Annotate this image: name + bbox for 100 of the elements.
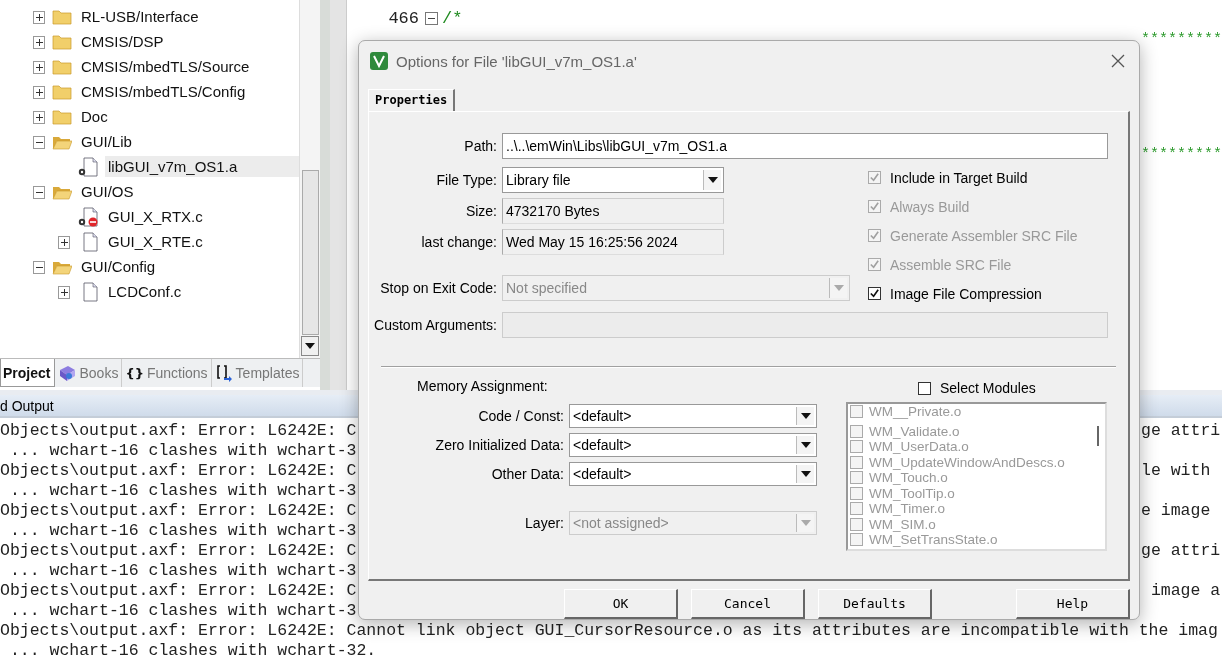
field-label: Size: bbox=[464, 203, 497, 219]
plus-icon bbox=[34, 12, 44, 22]
option-label: Image File Compression bbox=[890, 285, 1042, 302]
check-icon bbox=[869, 259, 880, 270]
expand-button[interactable] bbox=[58, 285, 70, 299]
field-label: Other Data: bbox=[490, 466, 564, 482]
braces-icon: {} bbox=[125, 365, 144, 381]
caret-icon bbox=[800, 442, 811, 448]
caret-icon bbox=[800, 520, 811, 526]
checkbox[interactable] bbox=[850, 424, 863, 438]
checkbox[interactable] bbox=[850, 471, 863, 485]
checkbox[interactable] bbox=[850, 533, 863, 547]
panel-tab[interactable]: Templates bbox=[211, 359, 304, 387]
field-label: Code / Const: bbox=[477, 408, 564, 424]
scrollbar[interactable] bbox=[299, 0, 320, 358]
tree-item[interactable]: CMSIS/mbedTLS/Config bbox=[78, 81, 249, 102]
tree-item[interactable]: GUI/Config bbox=[78, 256, 159, 277]
dialog-button[interactable]: Help bbox=[1016, 589, 1130, 619]
tree-item[interactable]: Doc bbox=[78, 106, 111, 127]
code-comment: /* bbox=[442, 8, 463, 28]
dropdown[interactable]: <default> bbox=[569, 433, 817, 457]
caret-icon bbox=[707, 177, 718, 183]
field-label: File Type: bbox=[435, 172, 497, 188]
panel-tab[interactable]: Project bbox=[0, 359, 56, 387]
expand-button[interactable] bbox=[33, 60, 45, 74]
code-comment: ********* bbox=[1141, 146, 1222, 163]
expand-button[interactable] bbox=[58, 235, 70, 249]
dropdown[interactable]: Library file bbox=[502, 167, 724, 193]
scrollbar-thumb[interactable] bbox=[1097, 426, 1099, 446]
dialog-button[interactable]: Cancel bbox=[691, 589, 805, 619]
checkbox[interactable] bbox=[850, 455, 863, 469]
expand-button[interactable] bbox=[33, 85, 45, 99]
tree-item[interactable]: libGUI_v7m_OS1.a bbox=[105, 156, 299, 177]
line-number: 466 bbox=[387, 8, 419, 28]
input-field[interactable]: ..\..\emWin\Libs\libGUI_v7m_OS1.a bbox=[502, 133, 1108, 159]
tree-item[interactable]: LCDConf.c bbox=[105, 281, 185, 302]
option-label: Include in Target Build bbox=[890, 169, 1028, 186]
field-label: Layer: bbox=[524, 515, 564, 531]
output-line: e image bbox=[1141, 501, 1211, 521]
excluded-file-icon bbox=[77, 206, 99, 227]
plus-icon bbox=[34, 112, 44, 122]
output-line: ge attri bbox=[1141, 421, 1221, 441]
collapse-button[interactable] bbox=[33, 260, 45, 274]
tree-item[interactable]: GUI/Lib bbox=[78, 131, 135, 152]
dropdown[interactable]: <default> bbox=[569, 462, 817, 486]
output-line: Objects\output.axf: Error: L6242E: C bbox=[0, 581, 357, 601]
code-comment: ********* bbox=[1141, 31, 1222, 48]
checkbox[interactable] bbox=[850, 517, 863, 531]
caret-icon bbox=[833, 285, 844, 291]
tree-item[interactable]: GUI_X_RTX.c bbox=[105, 206, 206, 227]
checkbox[interactable] bbox=[850, 405, 863, 419]
checkbox[interactable] bbox=[868, 287, 881, 300]
panel-tab[interactable]: Books bbox=[55, 359, 123, 387]
checkbox[interactable] bbox=[850, 440, 863, 454]
section-label: Memory Assignment: bbox=[417, 378, 549, 394]
option-label: Generate Assembler SRC File bbox=[890, 227, 1078, 244]
expand-button[interactable] bbox=[33, 35, 45, 49]
template-icon bbox=[214, 364, 233, 382]
tree-item[interactable]: GUI/OS bbox=[78, 181, 137, 202]
tree-item[interactable]: GUI_X_RTE.c bbox=[105, 231, 206, 252]
checkbox[interactable] bbox=[918, 381, 931, 395]
dialog-tab[interactable]: Properties bbox=[368, 89, 456, 111]
scroll-down-button[interactable] bbox=[301, 336, 319, 356]
check-icon bbox=[869, 288, 880, 299]
field-label: Path: bbox=[463, 138, 497, 154]
dialog-button[interactable]: OK bbox=[564, 589, 678, 619]
folder-icon bbox=[52, 108, 72, 125]
output-line: ... wchart-16 clashes with wchart-3 bbox=[8, 481, 357, 501]
option-label: Assemble SRC File bbox=[890, 256, 1012, 273]
collapse-button[interactable] bbox=[33, 135, 45, 149]
check-icon bbox=[869, 201, 880, 212]
book-icon bbox=[58, 364, 77, 382]
check-icon bbox=[869, 230, 880, 241]
output-line: ... wchart-16 clashes with wchart-32. bbox=[8, 641, 377, 661]
checkbox[interactable] bbox=[850, 502, 863, 516]
dropdown[interactable]: <default> bbox=[569, 404, 817, 428]
output-line: ... wchart-16 clashes with wchart-3 bbox=[8, 441, 357, 461]
dialog-button[interactable]: Defaults bbox=[818, 589, 932, 619]
check-icon bbox=[869, 172, 880, 183]
fold-button[interactable] bbox=[425, 11, 438, 25]
input-field: 4732170 Bytes bbox=[502, 198, 724, 224]
close-icon[interactable] bbox=[1111, 54, 1125, 68]
input-field: Wed May 15 16:25:56 2024 bbox=[502, 229, 724, 255]
folder-icon bbox=[52, 33, 72, 50]
checkbox[interactable] bbox=[850, 486, 863, 500]
option-label: Always Build bbox=[890, 198, 970, 215]
expand-button[interactable] bbox=[33, 110, 45, 124]
expand-button[interactable] bbox=[33, 10, 45, 24]
plus-icon bbox=[34, 87, 44, 97]
collapse-button[interactable] bbox=[33, 185, 45, 199]
field-label: last change: bbox=[420, 234, 497, 250]
tree-item[interactable]: CMSIS/mbedTLS/Source bbox=[78, 56, 253, 77]
dialog-title: Options for File 'libGUI_v7m_OS1.a' bbox=[396, 52, 637, 70]
field-label: Stop on Exit Code: bbox=[379, 280, 497, 296]
scrollbar-thumb[interactable] bbox=[302, 170, 319, 335]
panel-tab[interactable]: {} Functions bbox=[122, 359, 212, 387]
tree-item[interactable]: RL-USB/Interface bbox=[78, 6, 202, 27]
tree-item[interactable]: CMSIS/DSP bbox=[78, 31, 167, 52]
plus-icon bbox=[59, 287, 69, 297]
option-label: Select Modules bbox=[940, 380, 1036, 396]
